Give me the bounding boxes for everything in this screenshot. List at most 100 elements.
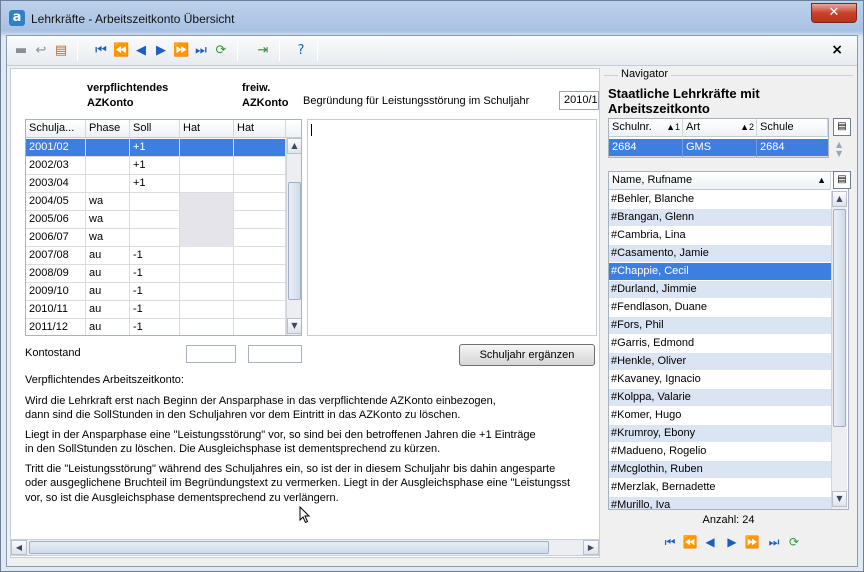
schule-scroll-arrows[interactable]: ▲ ▼: [836, 140, 842, 158]
next-record-icon[interactable]: ▶: [153, 43, 169, 59]
prev-page-icon[interactable]: ⏪: [113, 43, 129, 59]
table-edit-icon[interactable]: ▤: [53, 43, 69, 59]
cell-hat-freiw: [234, 211, 286, 229]
col-schulnr[interactable]: Schulnr. ▲1: [609, 119, 683, 137]
nav-first-icon[interactable]: ⏮: [662, 534, 678, 550]
list-item[interactable]: #Behler, Blanche: [609, 191, 831, 209]
nav-last-icon[interactable]: ⏭: [766, 534, 782, 550]
column-chooser-icon[interactable]: ▤: [833, 118, 851, 136]
schule-row[interactable]: 2684 GMS 2684: [609, 139, 828, 157]
freiwillig-label: freiw. AZKonto: [242, 82, 289, 109]
cell-hat: [180, 175, 234, 193]
window-title: Lehrkräfte - Arbeitszeitkonto Übersicht: [31, 12, 235, 26]
table-row[interactable]: 2001/02 +1: [26, 139, 286, 157]
nav-refresh-icon[interactable]: ⟳: [786, 534, 802, 550]
next-page-icon[interactable]: ⏩: [173, 43, 189, 59]
cell-hat: [180, 193, 234, 211]
list-item[interactable]: #Merzlak, Bernadette: [609, 479, 831, 497]
list-item[interactable]: #Garris, Edmond: [609, 335, 831, 353]
schule-grid[interactable]: Schulnr. ▲1 Art ▲2 Schule 2684 GMS 2684: [608, 118, 829, 158]
toolbar-separator: [279, 41, 280, 61]
table-row[interactable]: 2003/04 +1: [26, 175, 286, 193]
kontostand-freiwillig-field[interactable]: [248, 345, 302, 363]
list-item[interactable]: #Fendlason, Duane: [609, 299, 831, 317]
horizontal-scrollbar[interactable]: ◀ ▶: [10, 539, 600, 556]
list-item[interactable]: #Murillo, Iva: [609, 497, 831, 509]
col-name-rufname[interactable]: Name, Rufname ▲: [609, 172, 831, 190]
refresh-icon[interactable]: ⟳: [213, 43, 229, 59]
panel-close-button[interactable]: ×: [831, 42, 843, 58]
first-record-icon[interactable]: ⏮: [93, 43, 109, 59]
schuljahr-grid[interactable]: Schulja... Phase Soll Hat Hat 2001/02 +1 2…: [25, 119, 302, 336]
list-item[interactable]: #Brangan, Glenn: [609, 209, 831, 227]
cell-phase: [86, 157, 130, 175]
nav-prev-icon[interactable]: ◀: [702, 534, 718, 550]
list-item[interactable]: #Komer, Hugo: [609, 407, 831, 425]
last-record-icon[interactable]: ⏭: [193, 43, 209, 59]
table-row[interactable]: 2004/05 wa: [26, 193, 286, 211]
col-art[interactable]: Art ▲2: [683, 119, 757, 137]
scroll-thumb[interactable]: [288, 182, 301, 300]
list-item[interactable]: #Fors, Phil: [609, 317, 831, 335]
list-item[interactable]: #Kavaney, Ignacio: [609, 371, 831, 389]
undo-icon[interactable]: ↩: [33, 43, 49, 59]
grid-scrollbar[interactable]: ▲ ▼: [286, 138, 301, 335]
col-schule[interactable]: Schule: [757, 119, 828, 137]
cell-soll: [130, 211, 180, 229]
col-schuljahr[interactable]: Schulja...: [26, 120, 86, 138]
table-row[interactable]: 2006/07 wa: [26, 229, 286, 247]
scroll-down-arrow[interactable]: ▼: [287, 318, 301, 334]
scroll-up-arrow[interactable]: ▲: [287, 138, 301, 154]
prev-record-icon[interactable]: ◀: [133, 43, 149, 59]
col-soll[interactable]: Soll: [130, 120, 180, 138]
list-item[interactable]: #Chappie, Cecil: [609, 263, 831, 281]
scroll-left-arrow[interactable]: ◀: [11, 540, 27, 555]
cell-hat: [180, 247, 234, 265]
scroll-down-arrow[interactable]: ▼: [832, 491, 847, 507]
name-scrollbar[interactable]: ▲ ▼: [831, 191, 847, 509]
table-row[interactable]: 2010/11 au -1: [26, 301, 286, 319]
table-row[interactable]: 2011/12 au -1: [26, 319, 286, 335]
col-phase[interactable]: Phase: [86, 120, 130, 138]
title-bar[interactable]: a Lehrkräfte - Arbeitszeitkonto Übersich…: [1, 1, 863, 35]
table-row[interactable]: 2007/08 au -1: [26, 247, 286, 265]
table-row[interactable]: 2005/06 wa: [26, 211, 286, 229]
nav-next-page-icon[interactable]: ⏩: [744, 534, 760, 550]
scroll-right-arrow[interactable]: ▶: [583, 540, 599, 555]
scroll-thumb[interactable]: [833, 209, 846, 427]
scroll-up-arrow[interactable]: ▲: [832, 191, 847, 207]
list-item[interactable]: #Krumroy, Ebony: [609, 425, 831, 443]
toolbar: ▬ ↩ ▤ ⏮ ⏪ ◀ ▶ ⏩ ⏭ ⟳ ⇥ ? ×: [7, 36, 857, 66]
lehrkraefte-grid[interactable]: Name, Rufname ▲ #Behler, Blanche #Brangan,…: [608, 171, 849, 510]
col-hat-freiw[interactable]: Hat: [234, 120, 286, 138]
arbeitszeitkonto-panel: verpflichtendes AZKonto freiw. AZKonto Beg…: [10, 68, 600, 558]
horizontal-scroll-thumb[interactable]: [29, 541, 549, 554]
table-row[interactable]: 2008/09 au -1: [26, 265, 286, 283]
name-column-chooser-icon[interactable]: ▤: [833, 171, 851, 189]
table-row[interactable]: 2009/10 au -1: [26, 283, 286, 301]
list-item[interactable]: #Kolppa, Valarie: [609, 389, 831, 407]
list-item[interactable]: #Mcglothin, Ruben: [609, 461, 831, 479]
table-row[interactable]: 2002/03 +1: [26, 157, 286, 175]
save-icon[interactable]: ▬: [13, 43, 29, 59]
cell-hat: [180, 319, 234, 335]
verpflichtend-label: verpflichtendes AZKonto: [87, 82, 169, 109]
export-icon[interactable]: ⇥: [255, 43, 271, 59]
list-item[interactable]: #Henkle, Oliver: [609, 353, 831, 371]
kontostand-verpflichtend-field[interactable]: [186, 345, 236, 363]
list-item[interactable]: #Durland, Jimmie: [609, 281, 831, 299]
col-hat[interactable]: Hat: [180, 120, 234, 138]
nav-prev-page-icon[interactable]: ⏪: [682, 534, 698, 550]
list-item[interactable]: #Casamento, Jamie: [609, 245, 831, 263]
help-icon[interactable]: ?: [293, 43, 309, 59]
window-close-button[interactable]: ✕: [811, 3, 857, 23]
begruendung-textarea[interactable]: [307, 119, 597, 336]
cell-hat: [180, 301, 234, 319]
nav-next-icon[interactable]: ▶: [724, 534, 740, 550]
begruendung-year-field[interactable]: 2010/1: [559, 91, 599, 110]
list-item[interactable]: #Cambria, Lina: [609, 227, 831, 245]
list-item[interactable]: #Madueno, Rogelio: [609, 443, 831, 461]
schuljahr-ergaenzen-button[interactable]: Schuljahr ergänzen: [459, 344, 595, 366]
cell-schulnr: 2684: [609, 139, 683, 157]
grid-header: Schulja... Phase Soll Hat Hat: [26, 120, 301, 138]
